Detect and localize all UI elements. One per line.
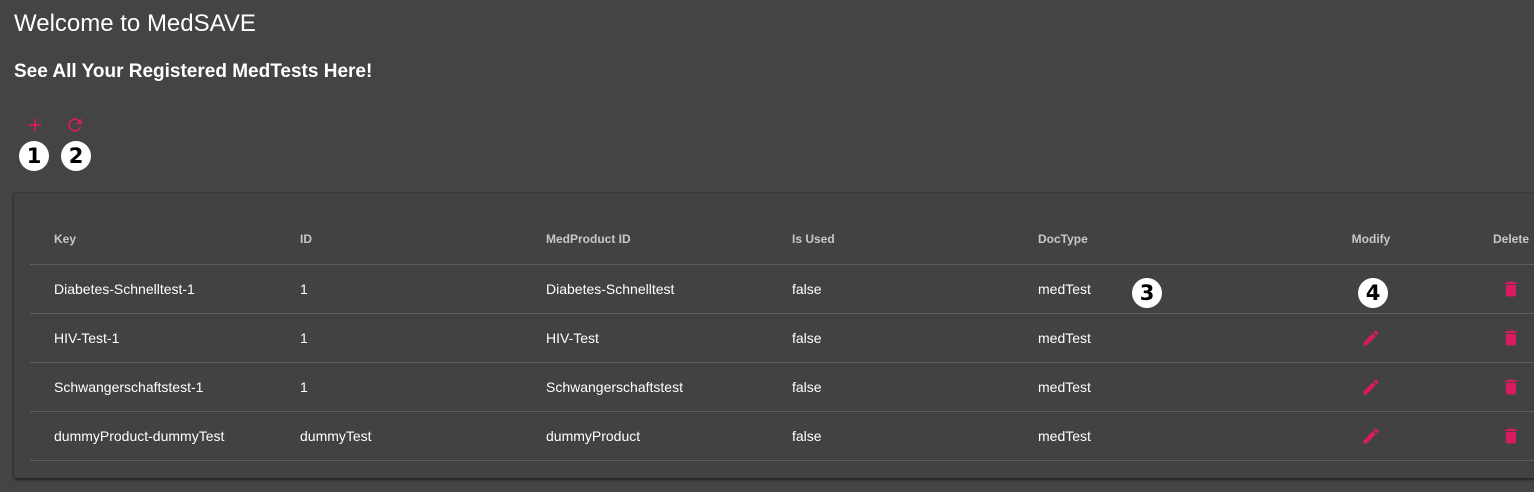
cell-doctype: medTest xyxy=(1014,313,1260,363)
cell-key: HIV-Test-1 xyxy=(30,313,276,363)
medtests-table-card: Key ID MedProduct ID Is Used DocType Mod… xyxy=(14,193,1534,478)
column-header-medproduct-id: MedProduct ID xyxy=(522,214,768,265)
cell-id: 1 xyxy=(276,362,522,412)
medtests-table: Key ID MedProduct ID Is Used DocType Mod… xyxy=(30,214,1534,461)
pencil-icon xyxy=(1363,428,1379,444)
cell-is-used: false xyxy=(768,411,1014,461)
callout-badge-1: 1 xyxy=(19,141,49,171)
pencil-icon xyxy=(1363,330,1379,346)
cell-id: dummyTest xyxy=(276,411,522,461)
trash-icon xyxy=(1505,281,1517,297)
cell-key: Schwangerschaftstest-1 xyxy=(30,362,276,412)
add-button[interactable] xyxy=(23,113,47,137)
plus-icon xyxy=(29,119,41,131)
column-header-key: Key xyxy=(30,214,276,265)
trash-icon xyxy=(1505,428,1517,444)
cell-modify xyxy=(1260,313,1482,363)
cell-is-used: false xyxy=(768,264,1014,314)
cell-delete xyxy=(1482,264,1534,314)
callout-badge-4: 4 xyxy=(1358,278,1388,308)
column-header-doctype: DocType xyxy=(1014,214,1260,265)
delete-button[interactable] xyxy=(1499,326,1523,350)
cell-medproduct-id: Schwangerschaftstest xyxy=(522,362,768,412)
trash-icon xyxy=(1505,379,1517,395)
cell-delete xyxy=(1482,362,1534,412)
modify-button[interactable] xyxy=(1359,326,1383,350)
delete-button[interactable] xyxy=(1499,424,1523,448)
page-subtitle: See All Your Registered MedTests Here! xyxy=(14,61,373,82)
column-header-delete: Delete xyxy=(1482,214,1534,265)
modify-button[interactable] xyxy=(1359,375,1383,399)
cell-key: dummyProduct-dummyTest xyxy=(30,411,276,461)
page-title: Welcome to MedSAVE xyxy=(14,10,256,37)
cell-is-used: false xyxy=(768,362,1014,412)
table-row: dummyProduct-dummyTest dummyTest dummyPr… xyxy=(30,411,1534,461)
refresh-icon xyxy=(68,118,82,132)
table-row: Schwangerschaftstest-1 1 Schwangerschaft… xyxy=(30,362,1534,412)
callout-badge-3: 3 xyxy=(1132,278,1162,308)
table-row: Diabetes-Schnelltest-1 1 Diabetes-Schnel… xyxy=(30,264,1534,314)
cell-is-used: false xyxy=(768,313,1014,363)
cell-delete xyxy=(1482,411,1534,461)
column-header-is-used: Is Used xyxy=(768,214,1014,265)
cell-key: Diabetes-Schnelltest-1 xyxy=(30,264,276,314)
cell-doctype: medTest xyxy=(1014,411,1260,461)
cell-modify xyxy=(1260,362,1482,412)
callout-badge-2: 2 xyxy=(61,141,91,171)
refresh-button[interactable] xyxy=(63,113,87,137)
delete-button[interactable] xyxy=(1499,277,1523,301)
table-row: HIV-Test-1 1 HIV-Test false medTest xyxy=(30,313,1534,363)
cell-medproduct-id: Diabetes-Schnelltest xyxy=(522,264,768,314)
cell-id: 1 xyxy=(276,313,522,363)
cell-doctype: medTest xyxy=(1014,362,1260,412)
pencil-icon xyxy=(1363,379,1379,395)
trash-icon xyxy=(1505,330,1517,346)
column-header-modify: Modify xyxy=(1260,214,1482,265)
cell-id: 1 xyxy=(276,264,522,314)
cell-modify xyxy=(1260,411,1482,461)
cell-medproduct-id: HIV-Test xyxy=(522,313,768,363)
cell-delete xyxy=(1482,313,1534,363)
table-header-row: Key ID MedProduct ID Is Used DocType Mod… xyxy=(30,214,1534,265)
delete-button[interactable] xyxy=(1499,375,1523,399)
page: Welcome to MedSAVE See All Your Register… xyxy=(0,0,1534,492)
modify-button[interactable] xyxy=(1359,424,1383,448)
cell-medproduct-id: dummyProduct xyxy=(522,411,768,461)
column-header-id: ID xyxy=(276,214,522,265)
